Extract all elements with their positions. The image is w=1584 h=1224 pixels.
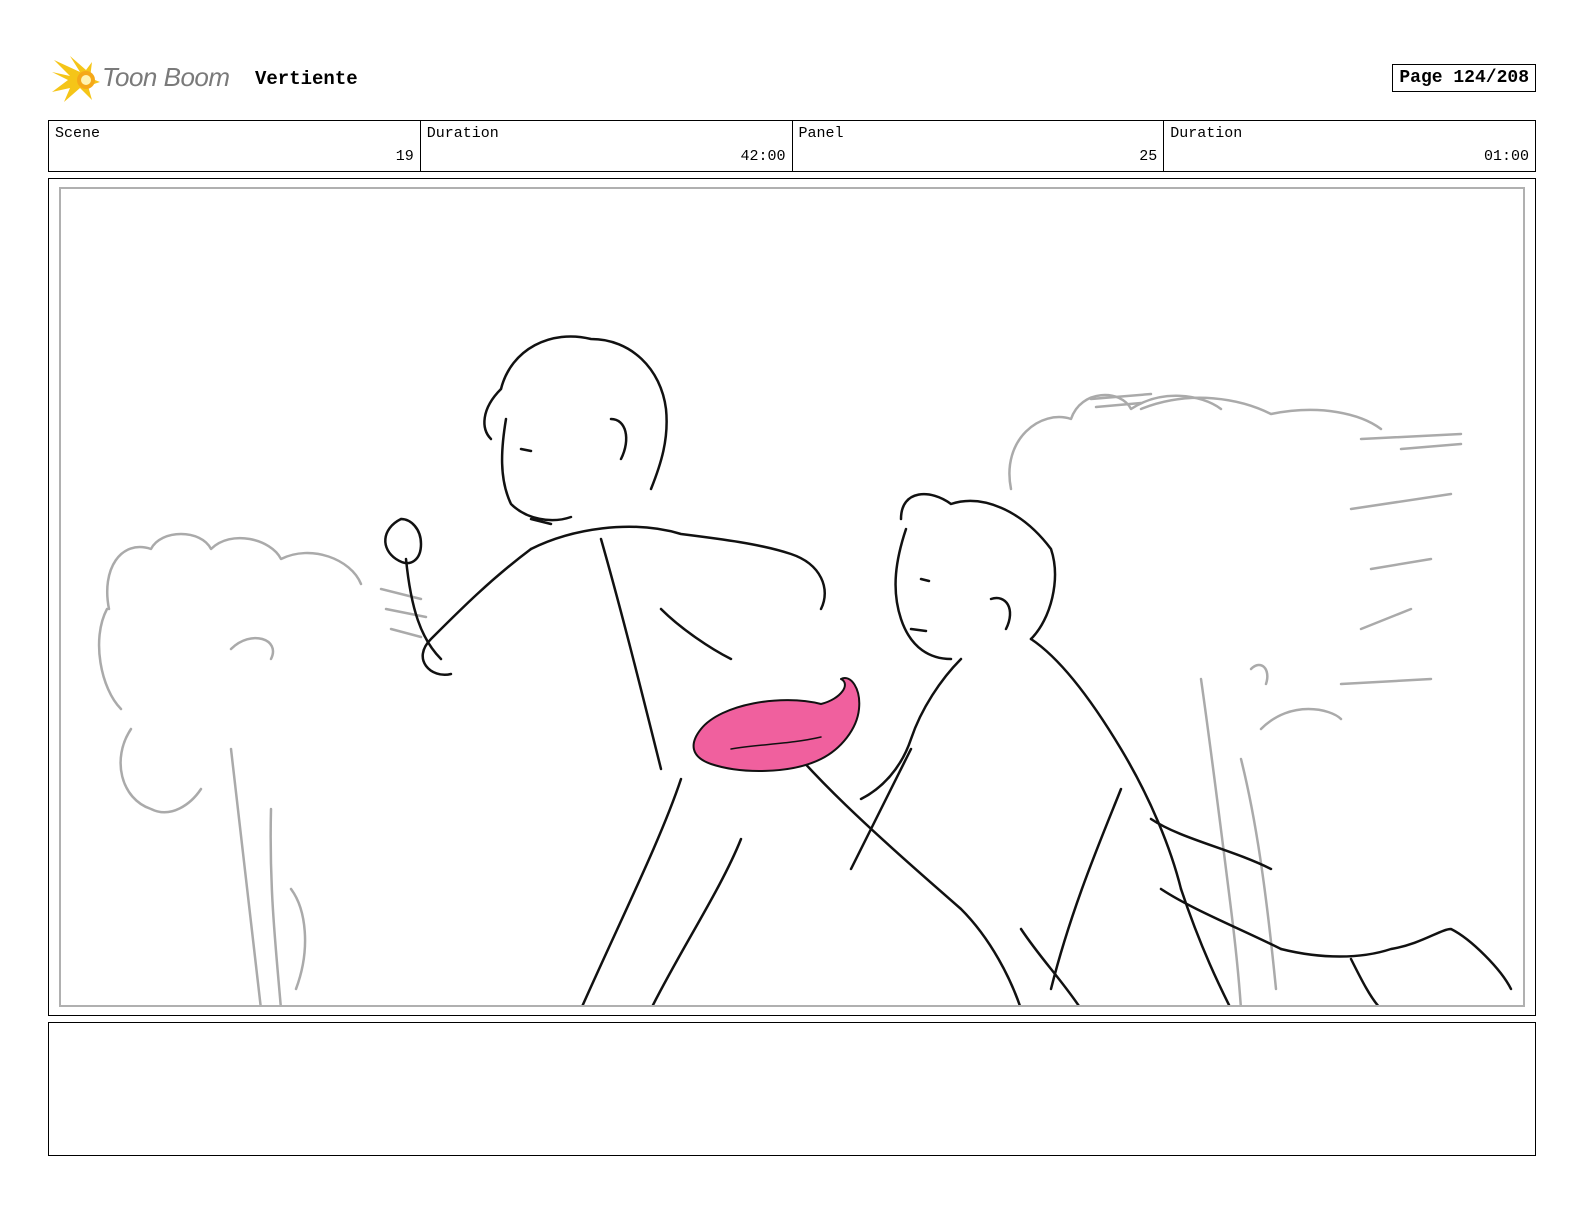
scene-duration-value: 42:00 [740, 148, 786, 165]
panel-notes-box [48, 1022, 1536, 1156]
toon-boom-logo: Toon Boom [50, 52, 240, 104]
character-sketch [384, 335, 1513, 1005]
page-indicator: Page 124/208 [1392, 64, 1536, 92]
scene-duration-cell: Duration 42:00 [421, 121, 793, 171]
scene-info-table: Scene 19 Duration 42:00 Panel 25 Duratio… [48, 120, 1536, 172]
panel-duration-cell: Duration 01:00 [1164, 121, 1535, 171]
logo-text: Toon Boom [102, 62, 230, 92]
panel-label: Panel [798, 125, 844, 142]
storyboard-panel [48, 178, 1536, 1016]
panel-duration-value: 01:00 [1483, 148, 1529, 165]
scene-duration-label: Duration [426, 125, 499, 142]
panel-duration-label: Duration [1170, 125, 1243, 142]
scene-label: Scene [55, 125, 101, 142]
pink-cloth [692, 677, 861, 772]
page-header: Toon Boom Vertiente Page 124/208 [50, 52, 1536, 104]
toon-boom-logo-icon [52, 56, 100, 102]
project-title: Vertiente [255, 68, 358, 90]
panel-drawing-area [59, 187, 1525, 1007]
scene-value: 19 [395, 148, 414, 165]
scene-cell: Scene 19 [49, 121, 421, 171]
panel-sketch [97, 335, 1513, 1005]
panel-value: 25 [1139, 148, 1158, 165]
panel-cell: Panel 25 [793, 121, 1165, 171]
